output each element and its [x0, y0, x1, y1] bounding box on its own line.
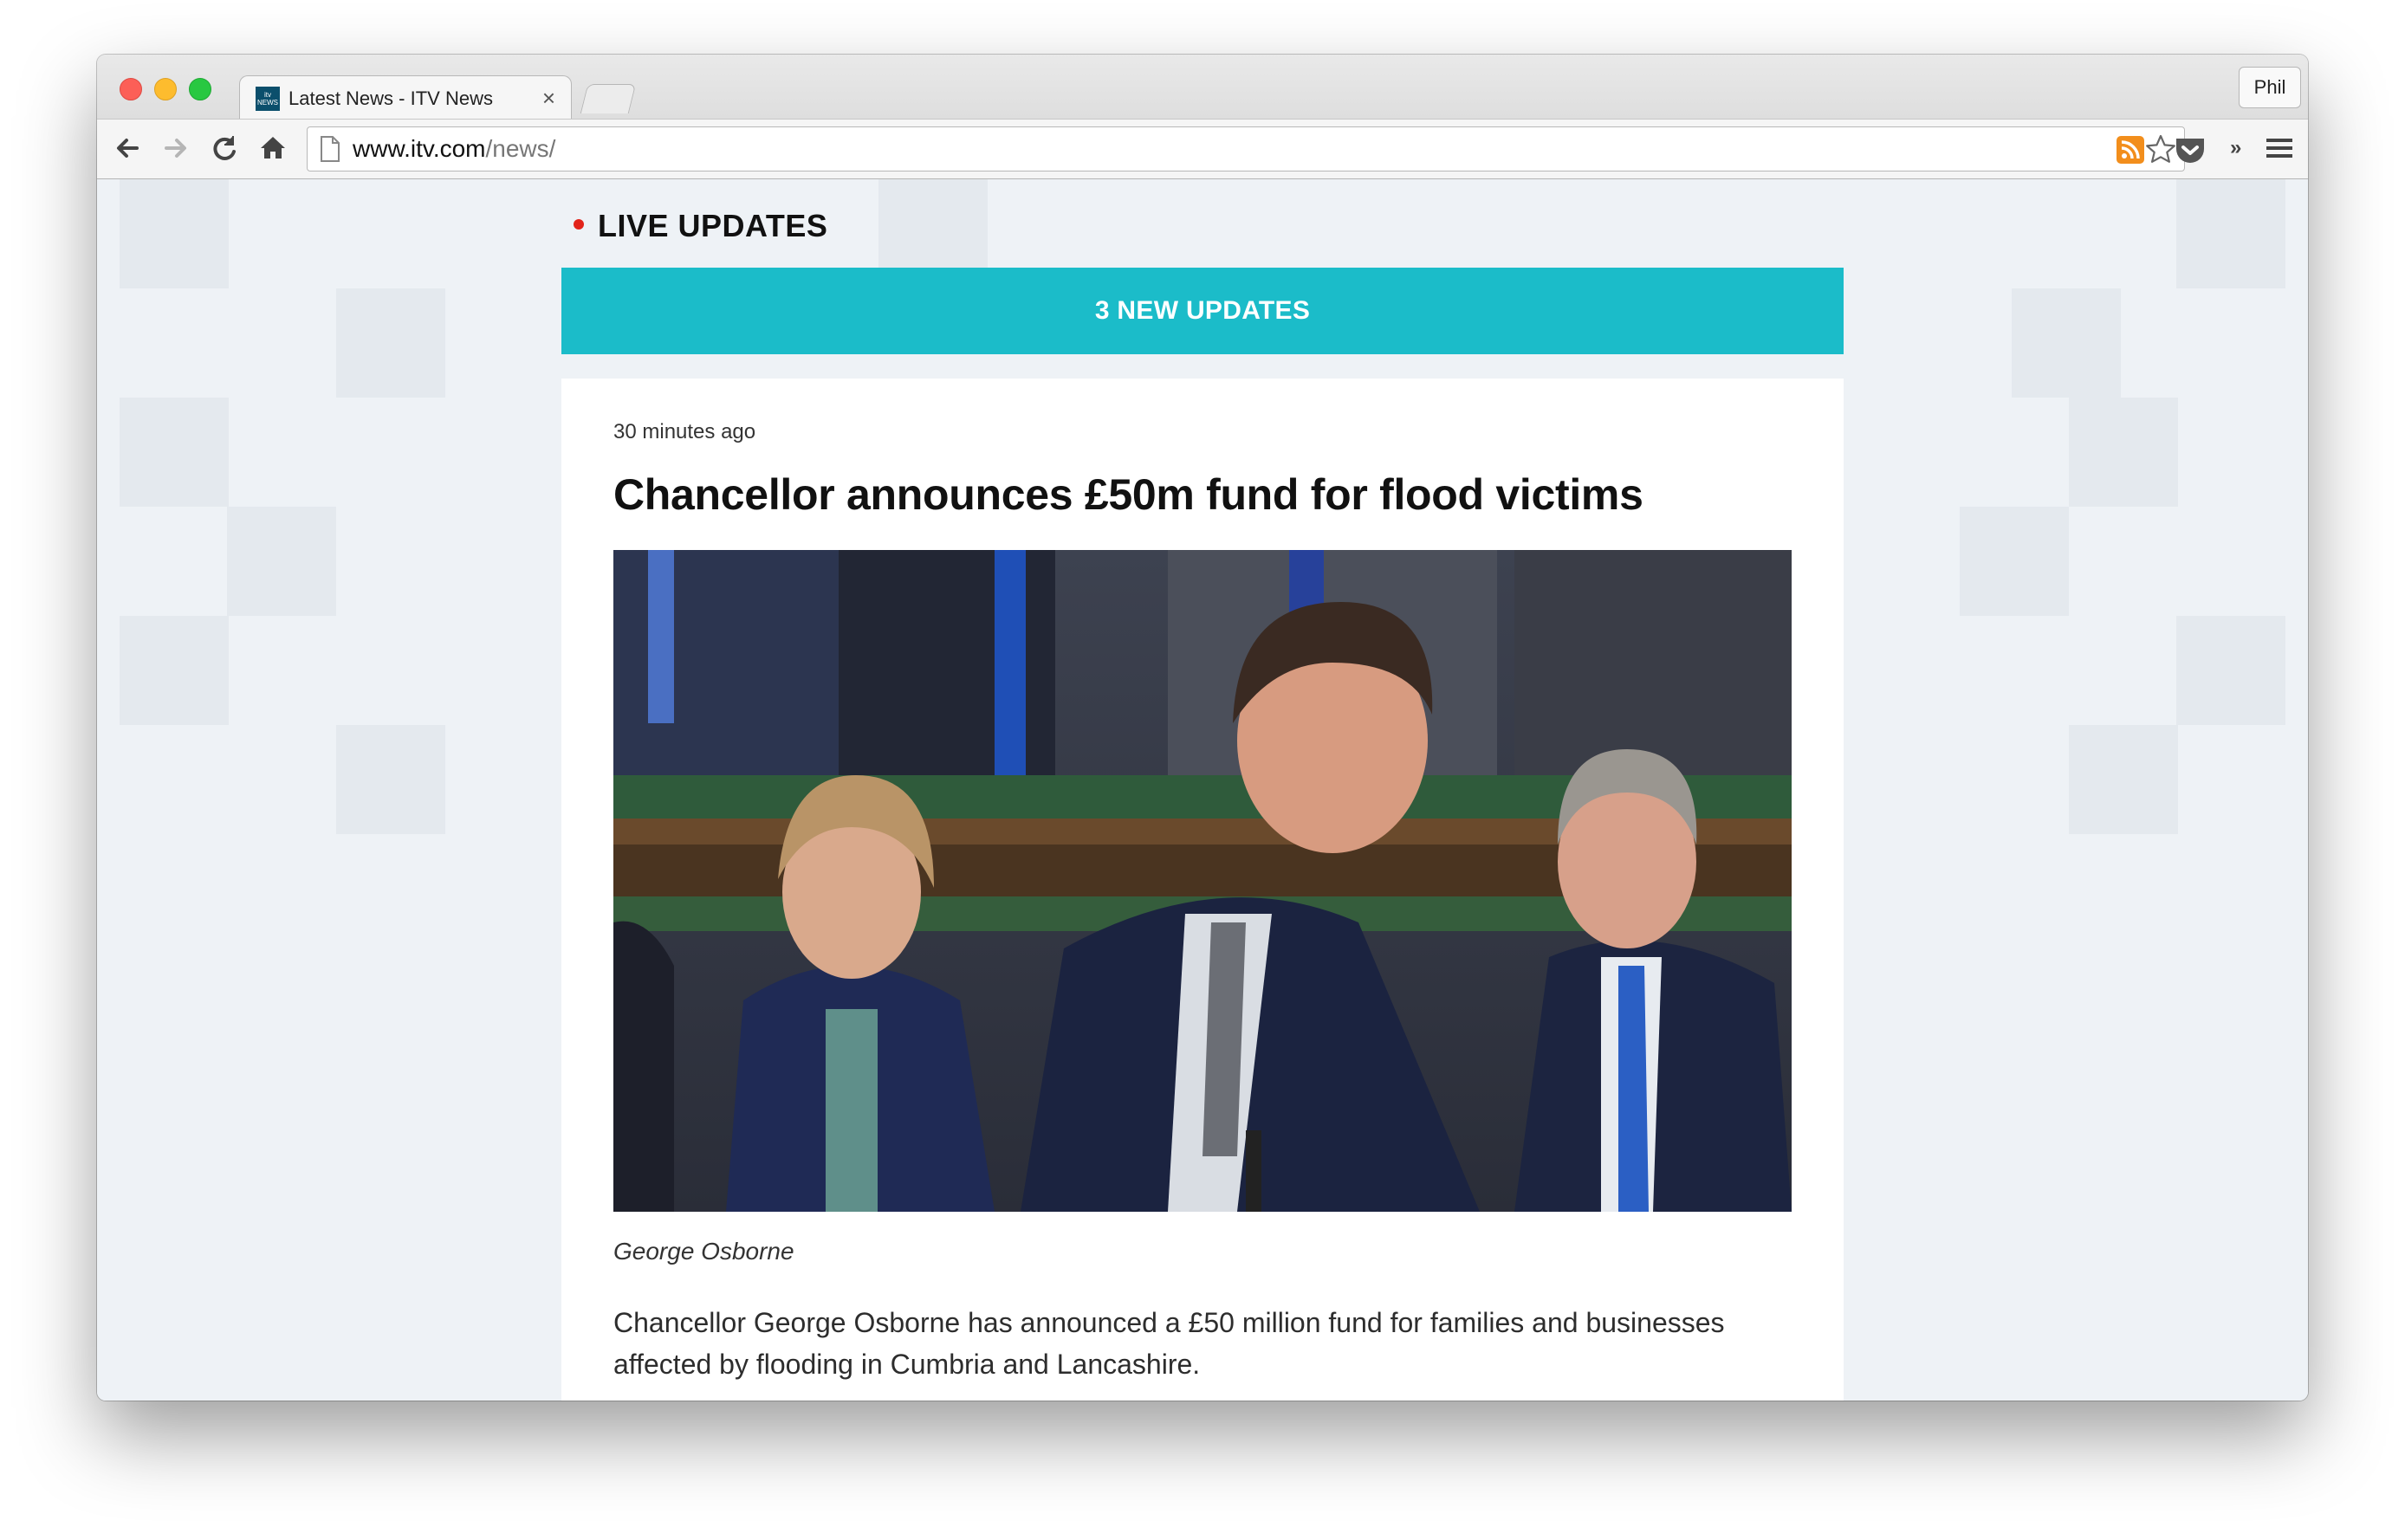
- image-caption: George Osborne: [613, 1238, 794, 1265]
- web-page: LIVE UPDATES 3 NEW UPDATES 30 minutes ag…: [97, 179, 2308, 1401]
- close-window-button[interactable]: [120, 78, 142, 100]
- tab-strip: itv NEWS Latest News - ITV News × Phil: [97, 55, 2308, 120]
- browser-tab-active[interactable]: itv NEWS Latest News - ITV News ×: [239, 75, 572, 120]
- new-tab-button[interactable]: [580, 84, 637, 113]
- background-square: [227, 507, 336, 616]
- background-square: [336, 288, 445, 398]
- background-square: [2176, 616, 2285, 725]
- back-icon[interactable]: [109, 130, 146, 166]
- live-update-card: 30 minutes ago Chancellor announces £50m…: [561, 379, 1844, 1401]
- address-bar[interactable]: www.itv.com/news/: [307, 126, 2185, 171]
- extensions-overflow-icon[interactable]: »: [2230, 135, 2254, 161]
- browser-toolbar: www.itv.com/news/ »: [97, 119, 2308, 179]
- itv-news-favicon-icon: itv NEWS: [256, 87, 280, 111]
- article-headline[interactable]: Chancellor announces £50m fund for flood…: [613, 467, 1809, 522]
- background-square: [120, 616, 229, 725]
- forward-icon[interactable]: [158, 130, 194, 166]
- article-photo: [613, 550, 1792, 1212]
- rss-icon[interactable]: [2117, 136, 2144, 164]
- address-url: www.itv.com/news/: [353, 135, 555, 163]
- reload-icon[interactable]: [206, 130, 243, 166]
- zoom-window-button[interactable]: [189, 78, 211, 100]
- minimize-window-button[interactable]: [154, 78, 177, 100]
- background-square: [120, 398, 229, 507]
- tab-close-icon[interactable]: ×: [542, 85, 555, 111]
- page-icon: [321, 136, 340, 162]
- update-timestamp: 30 minutes ago: [613, 420, 756, 443]
- article-body: Chancellor George Osborne has announced …: [613, 1307, 1725, 1380]
- pocket-icon[interactable]: [2173, 132, 2207, 166]
- profile-button[interactable]: Phil: [2239, 67, 2301, 108]
- background-square: [120, 179, 229, 288]
- url-path: /news/: [485, 135, 556, 162]
- background-square: [336, 725, 445, 834]
- background-square: [1960, 507, 2069, 616]
- new-updates-button[interactable]: 3 NEW UPDATES: [561, 268, 1844, 354]
- home-icon[interactable]: [255, 130, 291, 166]
- live-updates-title: LIVE UPDATES: [598, 208, 828, 243]
- url-host: www.itv.com: [353, 135, 486, 162]
- background-square: [2012, 288, 2121, 398]
- tab-title: Latest News - ITV News: [288, 87, 493, 109]
- background-square: [2069, 725, 2178, 834]
- background-square: [2176, 179, 2285, 288]
- live-indicator-dot: [574, 219, 584, 230]
- background-square: [2069, 398, 2178, 507]
- menu-icon[interactable]: [2265, 133, 2294, 163]
- browser-window: itv NEWS Latest News - ITV News × Phil w…: [97, 55, 2308, 1401]
- parliament-photo-illustration: [613, 550, 1792, 1212]
